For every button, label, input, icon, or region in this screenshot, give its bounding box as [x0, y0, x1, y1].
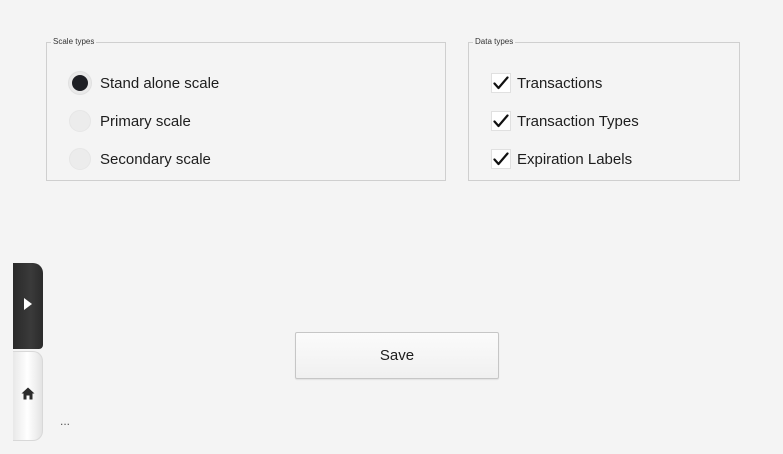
- radio-unselected-icon[interactable]: [69, 148, 91, 170]
- home-button[interactable]: [13, 351, 43, 441]
- radio-secondary-scale[interactable]: Secondary scale: [69, 146, 211, 172]
- checkbox-transaction-types[interactable]: Transaction Types: [491, 108, 639, 134]
- data-types-group: Data types Transactions Transaction Type…: [468, 38, 740, 181]
- radio-label-primary-scale: Primary scale: [100, 112, 191, 130]
- side-rail: [13, 263, 43, 441]
- more-ellipsis: ...: [60, 414, 71, 428]
- home-icon: [21, 387, 35, 405]
- checkmark-icon[interactable]: [491, 73, 511, 93]
- radio-label-secondary-scale: Secondary scale: [100, 150, 211, 168]
- settings-window: Scale types Stand alone scale Primary sc…: [0, 0, 783, 454]
- checkmark-icon[interactable]: [491, 111, 511, 131]
- radio-primary-scale[interactable]: Primary scale: [69, 108, 191, 134]
- scale-types-legend: Scale types: [53, 37, 95, 46]
- expand-panel-button[interactable]: [13, 263, 43, 349]
- checkbox-expiration-labels[interactable]: Expiration Labels: [491, 146, 632, 172]
- checkbox-label-transactions: Transactions: [517, 74, 603, 92]
- radio-stand-alone-scale[interactable]: Stand alone scale: [69, 70, 219, 96]
- save-button[interactable]: Save: [295, 332, 499, 379]
- radio-selected-icon[interactable]: [69, 72, 91, 94]
- data-types-legend: Data types: [475, 37, 514, 46]
- chevron-right-icon: [23, 297, 33, 316]
- checkbox-label-transaction-types: Transaction Types: [517, 112, 639, 130]
- radio-unselected-icon[interactable]: [69, 110, 91, 132]
- checkbox-transactions[interactable]: Transactions: [491, 70, 602, 96]
- checkbox-label-expiration-labels: Expiration Labels: [517, 150, 633, 168]
- scale-types-group: Scale types Stand alone scale Primary sc…: [46, 38, 446, 181]
- checkmark-icon[interactable]: [491, 149, 511, 169]
- radio-label-stand-alone-scale: Stand alone scale: [100, 74, 220, 92]
